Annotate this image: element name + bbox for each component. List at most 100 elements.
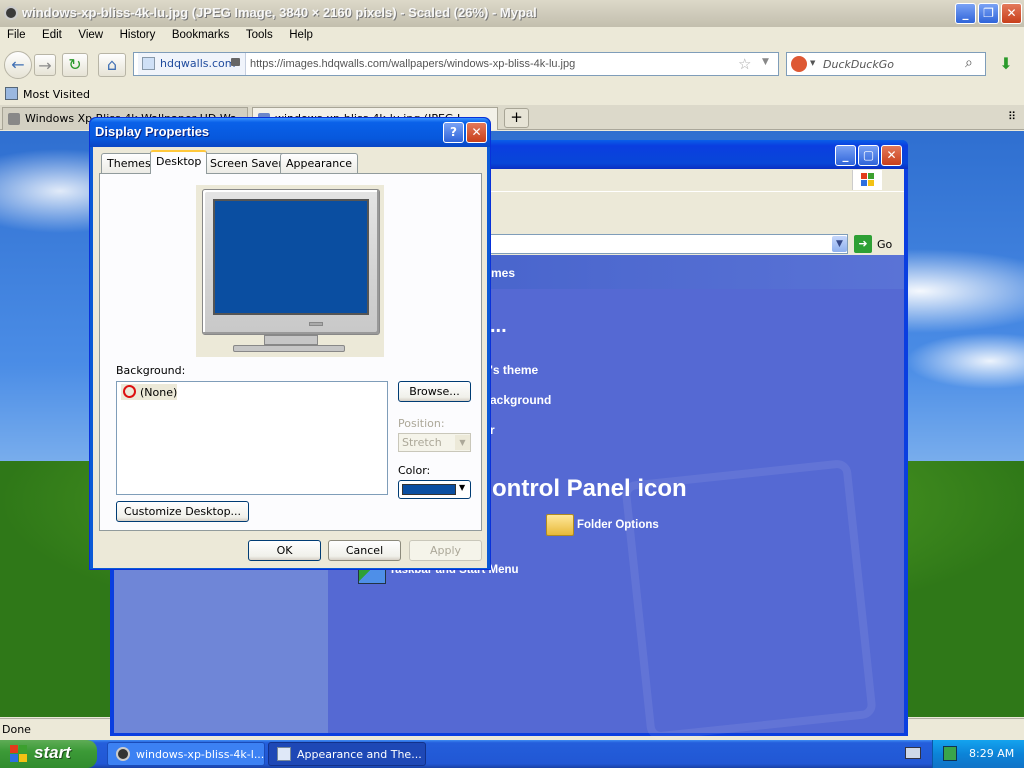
reload-icon: ↻	[68, 55, 82, 74]
menu-bar: File Edit View History Bookmarks Tools H…	[0, 27, 1024, 47]
forward-arrow-icon: →	[38, 56, 52, 75]
start-button[interactable]: start	[0, 740, 97, 768]
menu-tools[interactable]: Tools	[239, 27, 279, 41]
minimize-button[interactable]: _	[955, 3, 976, 24]
forward-button[interactable]: →	[34, 54, 56, 76]
go-button[interactable]: ➜ Go	[854, 235, 900, 253]
cp-maximize-button[interactable]: ▢	[858, 145, 879, 166]
home-icon: ⌂	[106, 55, 118, 74]
back-button[interactable]: ←	[4, 51, 32, 79]
dialog-titlebar: Display Properties ? ✕	[90, 118, 490, 147]
control-panel-icon	[277, 747, 291, 761]
go-label: Go	[877, 238, 893, 251]
address-dropdown-icon[interactable]: ▼	[832, 236, 847, 252]
monitor-neck	[264, 335, 318, 345]
cp-close-button[interactable]: ✕	[881, 145, 902, 166]
reload-button[interactable]: ↻	[62, 53, 88, 77]
cancel-button[interactable]: Cancel	[328, 540, 401, 561]
cp-ellipsis: ...	[490, 315, 507, 337]
plus-icon: +	[510, 108, 523, 126]
close-button[interactable]: ✕	[1001, 3, 1022, 24]
position-select[interactable]: Stretch ▼	[398, 433, 471, 452]
customize-desktop-button[interactable]: Customize Desktop...	[116, 501, 249, 522]
lock-icon	[231, 58, 240, 66]
background-label: Background:	[116, 364, 186, 377]
dialog-close-button[interactable]: ✕	[466, 122, 487, 143]
menu-help[interactable]: Help	[282, 27, 319, 41]
ok-button[interactable]: OK	[248, 540, 321, 561]
site-favicon-icon	[142, 57, 155, 70]
dialog-client: Themes Desktop Screen Saver Appearance B…	[93, 147, 487, 568]
position-label: Position:	[398, 417, 445, 430]
bookmark-most-visited[interactable]: Most Visited	[23, 88, 90, 101]
clock[interactable]: 8:29 AM	[969, 747, 1014, 760]
url-dropdown-icon[interactable]: ▼	[762, 57, 769, 67]
tab-list-icon[interactable]: ⠿	[1008, 110, 1016, 123]
go-arrow-icon: ➜	[854, 235, 872, 253]
menu-view[interactable]: View	[71, 27, 109, 41]
url-bar[interactable]: hdqwalls.com https://images.hdqwalls.com…	[133, 52, 779, 76]
desktop-preview-screen	[213, 199, 369, 315]
task-change-theme[interactable]: 's theme	[490, 363, 538, 377]
folder-options-item[interactable]: Folder Options	[540, 510, 760, 542]
chevron-down-icon: ▼	[459, 483, 466, 492]
search-icon[interactable]: ⌕	[965, 55, 973, 71]
home-button[interactable]: ⌂	[98, 53, 126, 77]
bookmark-star-icon[interactable]: ☆	[738, 55, 751, 73]
browse-button[interactable]: Browse...	[398, 381, 471, 402]
color-picker-button[interactable]: ▼	[398, 480, 471, 499]
tab-themes[interactable]: Themes	[101, 153, 157, 173]
taskbar-item-browser[interactable]: windows-xp-bliss-4k-l...	[107, 742, 265, 766]
menu-history[interactable]: History	[113, 27, 162, 41]
taskbar: start windows-xp-bliss-4k-l... Appearanc…	[0, 740, 1024, 768]
tab-screen-saver[interactable]: Screen Saver	[204, 153, 289, 173]
search-placeholder: DuckDuckGo	[823, 58, 894, 71]
bookmark-folder-icon	[5, 87, 18, 100]
position-value: Stretch	[402, 436, 442, 449]
browser-icon	[116, 747, 130, 761]
windows-flag-icon	[10, 745, 28, 763]
display-properties-dialog: Display Properties ? ✕ Themes Desktop Sc…	[89, 117, 491, 570]
folder-options-icon	[546, 514, 574, 536]
cp-minimize-button[interactable]: _	[835, 145, 856, 166]
download-arrow-icon: ⬇	[999, 54, 1013, 73]
keyboard-icon[interactable]	[905, 747, 921, 759]
task-change-background[interactable]: ackground	[490, 393, 551, 407]
background-item-none[interactable]: (None)	[121, 384, 177, 400]
download-button[interactable]: ⬇	[994, 54, 1018, 76]
tab-desktop[interactable]: Desktop	[150, 150, 208, 174]
desktop-tab-panel: Background: (None) Browse... Position: S…	[99, 173, 482, 531]
taskbar-item-control-panel[interactable]: Appearance and The...	[268, 742, 426, 766]
apply-button[interactable]: Apply	[409, 540, 482, 561]
url-text: https://images.hdqwalls.com/wallpapers/w…	[250, 58, 576, 70]
status-text: Done	[2, 723, 31, 736]
menu-edit[interactable]: Edit	[35, 27, 68, 41]
color-swatch	[402, 484, 456, 495]
dialog-title: Display Properties	[95, 124, 210, 139]
tab-appearance[interactable]: Appearance	[280, 153, 359, 173]
back-arrow-icon: ←	[11, 55, 25, 74]
app-icon	[4, 6, 18, 20]
search-engine-dropdown-icon[interactable]: ▼	[810, 59, 815, 67]
color-label: Color:	[398, 464, 431, 477]
start-label: start	[34, 743, 71, 762]
monitor-bezel	[202, 189, 380, 335]
monitor-led	[309, 322, 323, 326]
cp-heading: mes	[491, 266, 516, 280]
menu-file[interactable]: File	[0, 27, 32, 41]
browser-titlebar: windows-xp-bliss-4k-lu.jpg (JPEG Image, …	[0, 0, 1024, 27]
search-engine-icon[interactable]	[791, 56, 807, 72]
help-button[interactable]: ?	[443, 122, 464, 143]
background-list[interactable]: (None)	[116, 381, 388, 495]
tray-app-icon[interactable]	[943, 746, 957, 761]
site-identity[interactable]: hdqwalls.com	[138, 53, 246, 75]
navigation-toolbar: ← → ↻ ⌂ hdqwalls.com https://images.hdqw…	[0, 47, 1024, 83]
window-title: windows-xp-bliss-4k-lu.jpg (JPEG Image, …	[22, 5, 537, 20]
none-icon	[123, 385, 136, 398]
new-tab-button[interactable]: +	[504, 108, 529, 128]
tab-favicon-icon	[8, 113, 20, 125]
search-box[interactable]: ▼ DuckDuckGo ⌕	[786, 52, 986, 76]
menu-bookmarks[interactable]: Bookmarks	[165, 27, 236, 41]
maximize-button[interactable]: ❐	[978, 3, 999, 24]
windows-logo-icon	[852, 170, 882, 190]
